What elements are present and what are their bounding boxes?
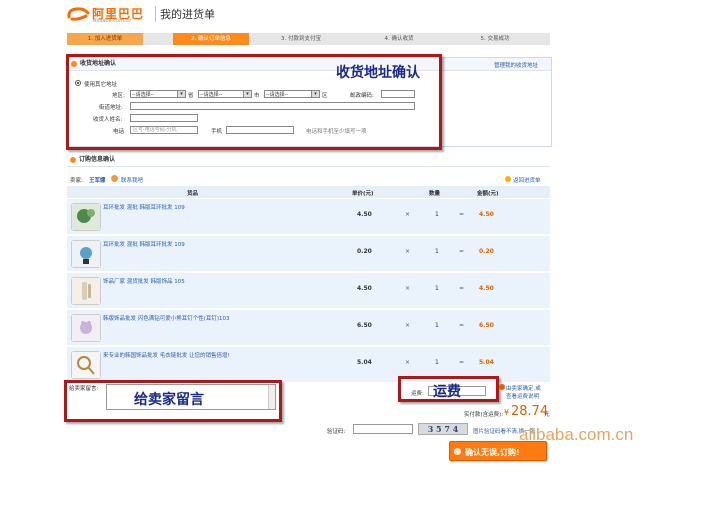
submit-order-label: 确认无误,订购! <box>465 448 520 457</box>
product-name-link[interactable]: 来专业的韩国饰品批发 毛衣链批发 让您的销售倍增! <box>103 351 230 359</box>
page-title: 我的进货单 <box>160 8 215 21</box>
total-unit: 元 <box>544 412 550 418</box>
total-currency: ¥ <box>504 408 510 417</box>
progress-steps: 1. 加入进货单 2. 确认订单信息 3. 付款到支付宝 4. 确认收货 5. … <box>67 33 550 45</box>
product-name-link[interactable]: 耳环批发 混批 韩版耳环批发 109 <box>103 240 185 248</box>
shipping-note-line1: 由卖家确定,或 <box>506 386 541 392</box>
order-section-title: 订购信息确认 <box>79 156 116 163</box>
quantity: 1 <box>435 248 439 255</box>
line-amount: 4.50 <box>479 211 494 218</box>
equals-sign: = <box>459 248 465 255</box>
equals-sign: = <box>459 285 465 292</box>
manage-address-link[interactable]: 管理我的收货地址 <box>494 61 538 69</box>
message-annotation-label: 给卖家留言 <box>134 392 204 408</box>
order-table-header: 货品 单价(元) 数量 金额(元) <box>67 186 550 198</box>
multiply-sign: × <box>405 285 411 292</box>
step-success: 5. 交易成功 <box>480 36 510 42</box>
arrow-right-icon <box>454 448 461 455</box>
step-pay: 3. 付款到支付宝 <box>281 36 321 42</box>
info-icon <box>499 384 505 390</box>
unit-price: 5.04 <box>357 359 372 366</box>
captcha-image: 3 5 7 4 <box>418 423 468 435</box>
captcha-label: 验证码: <box>327 429 346 435</box>
contact-seller-link[interactable]: 联系我吧 <box>121 176 143 184</box>
multiply-sign: × <box>405 359 411 366</box>
unit-price: 4.50 <box>357 211 372 218</box>
table-row: 韩版饰品批发 闪色满钻可爱小熊耳钉个性(耳钉)103 6.50 × 1 = 6.… <box>67 310 550 345</box>
quantity: 1 <box>435 322 439 329</box>
table-row: 耳环批发 混批 韩版耳环批发 109 4.50 × 1 = 4.50 <box>67 199 550 234</box>
multiply-sign: × <box>405 322 411 329</box>
equals-sign: = <box>459 359 465 366</box>
seller-name-link[interactable]: 王军娜 <box>89 176 106 184</box>
col-goods: 货品 <box>187 191 199 197</box>
multiply-sign: × <box>405 211 411 218</box>
unit-price: 6.50 <box>357 322 372 329</box>
chat-icon[interactable] <box>111 175 118 182</box>
product-thumbnail[interactable] <box>71 277 101 305</box>
product-thumbnail[interactable] <box>71 314 101 342</box>
col-amount: 金额(元) <box>477 191 499 197</box>
section-bullet-icon <box>70 157 76 163</box>
quantity: 1 <box>435 359 439 366</box>
total-label: 实付款(含运费): <box>464 412 504 418</box>
back-to-cart-link[interactable]: 返回进货单 <box>513 176 541 184</box>
multiply-sign: × <box>405 248 411 255</box>
step-confirm-order: 2. 确认订单信息 <box>173 33 249 45</box>
step-confirm-receipt: 4. 确认收货 <box>384 36 414 42</box>
alibaba-logo-icon <box>66 5 92 23</box>
line-amount: 5.04 <box>479 359 494 366</box>
line-amount: 0.20 <box>479 248 494 255</box>
seller-prefix: 卖家: <box>70 178 83 184</box>
shipping-info-link[interactable]: 查看运费说明 <box>506 392 539 400</box>
product-name-link[interactable]: 韩版饰品批发 闪色满钻可爱小熊耳钉个性(耳钉)103 <box>103 314 230 322</box>
product-thumbnail[interactable] <box>71 240 101 268</box>
line-amount: 4.50 <box>479 285 494 292</box>
back-icon <box>505 176 511 182</box>
logo-subtext: Alibaba.com.cn <box>93 18 132 24</box>
table-row: 耳环批发 混批 韩版耳环批发 109 0.20 × 1 = 0.20 <box>67 236 550 271</box>
table-row: 饰品厂家 混货批发 韩版饰品 105 4.50 × 1 = 4.50 <box>67 273 550 308</box>
unit-price: 0.20 <box>357 248 372 255</box>
order-section-header: 订购信息确认 <box>67 154 550 167</box>
equals-sign: = <box>459 322 465 329</box>
line-amount: 6.50 <box>479 322 494 329</box>
equals-sign: = <box>459 211 465 218</box>
col-price: 单价(元) <box>352 191 374 197</box>
unit-price: 4.50 <box>357 285 372 292</box>
product-thumbnail[interactable] <box>71 203 101 231</box>
total-value: 28.74 <box>511 404 549 419</box>
captcha-input[interactable] <box>353 424 413 434</box>
address-annotation-label: 收货地址确认 <box>336 65 420 81</box>
product-thumbnail[interactable] <box>71 351 101 379</box>
submit-order-button[interactable]: 确认无误,订购! <box>449 441 547 461</box>
quantity: 1 <box>435 211 439 218</box>
product-name-link[interactable]: 饰品厂家 混货批发 韩版饰品 105 <box>103 277 185 285</box>
header-divider <box>155 6 156 22</box>
quantity: 1 <box>435 285 439 292</box>
product-name-link[interactable]: 耳环批发 混批 韩版耳环批发 109 <box>103 203 185 211</box>
shipping-annotation-label: 运费 <box>433 384 461 400</box>
step-add-to-cart: 1. 加入进货单 <box>67 33 143 45</box>
col-qty: 数量 <box>429 191 441 197</box>
